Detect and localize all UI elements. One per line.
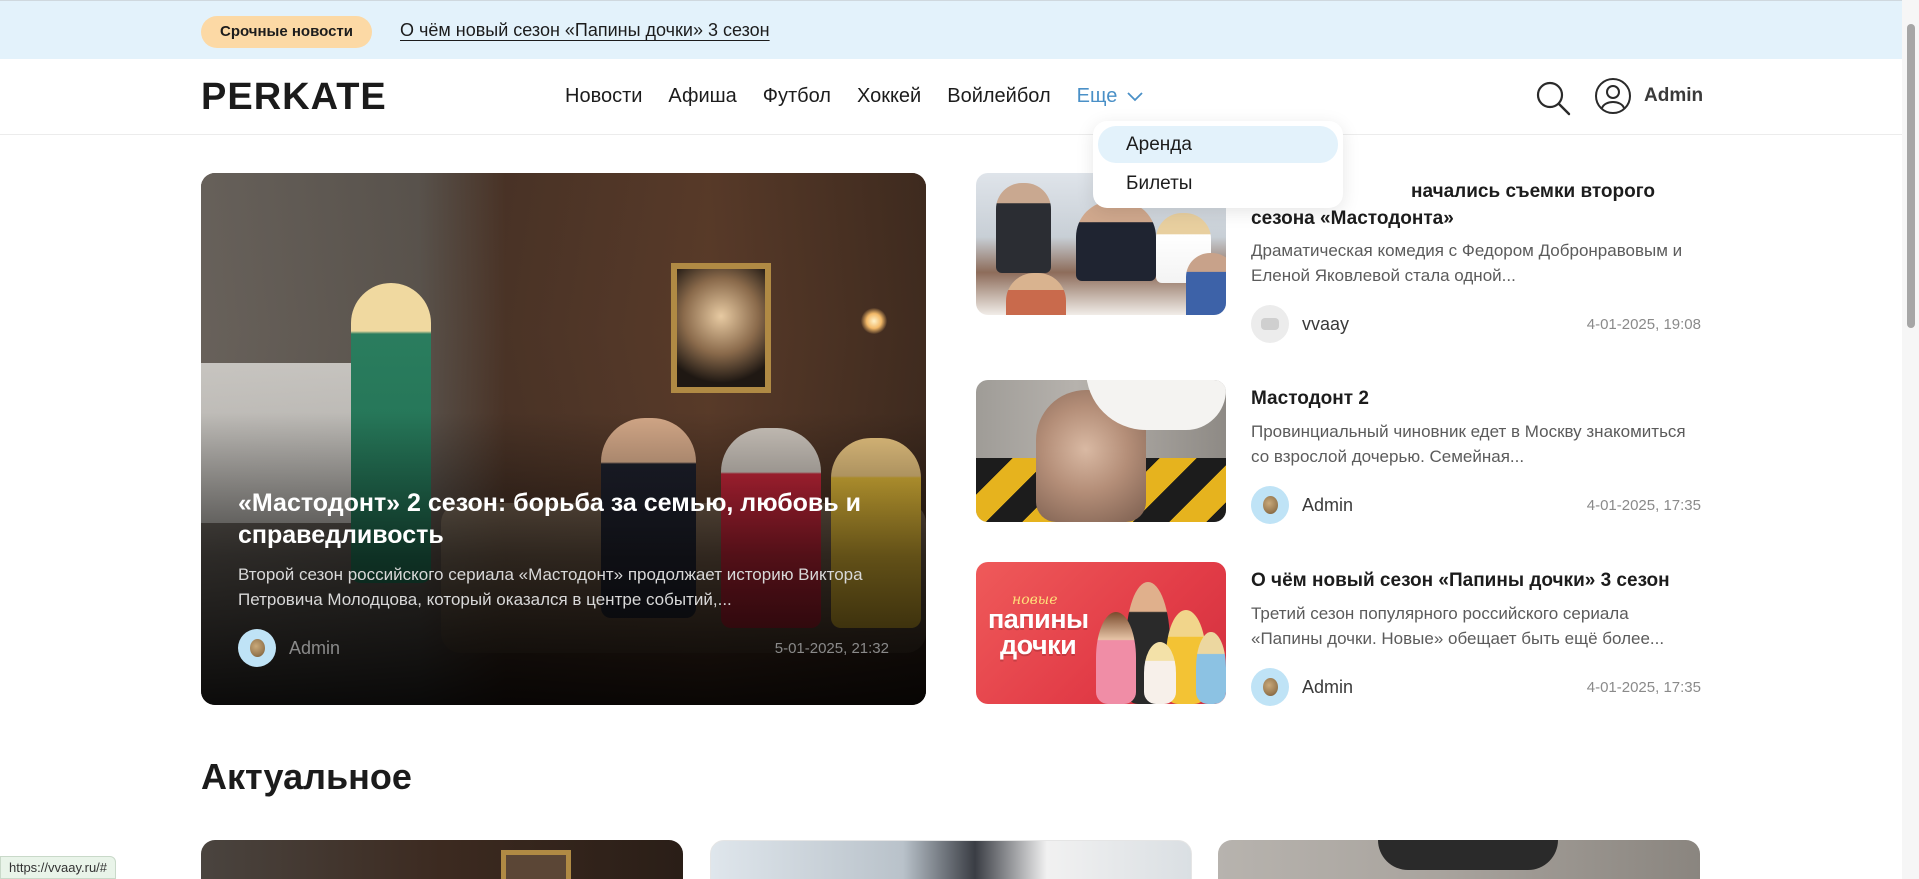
user-menu[interactable]: Admin	[1594, 77, 1703, 115]
news-title[interactable]: О чём новый сезон «Папины дочки» 3 сезон	[1251, 568, 1701, 595]
page-scrollbar[interactable]	[1902, 0, 1919, 879]
nav-item-hockey[interactable]: Хоккей	[857, 85, 921, 108]
breaking-news-bar: Срочные новости О чём новый сезон «Папин…	[0, 0, 1919, 59]
hero-article[interactable]: «Мастодонт» 2 сезон: борьба за семью, лю…	[201, 173, 926, 705]
news-author[interactable]: Admin	[1251, 486, 1353, 524]
news-description: Драматическая комедия с Федором Добронра…	[1251, 241, 1683, 285]
news-title[interactable]: Мастодонт 2	[1251, 386, 1701, 413]
dropdown-item-tickets[interactable]: Билеты	[1098, 165, 1338, 202]
user-name: Admin	[1644, 85, 1704, 106]
section-title: Актуальное	[201, 756, 412, 797]
more-dropdown: Аренда Билеты	[1093, 121, 1343, 208]
news-item[interactable]: Мастодонт 2 Провинциальный чиновник едет…	[976, 380, 1701, 524]
nav-more-button[interactable]: Еще	[1077, 85, 1144, 108]
main-nav: Новости Афиша Футбол Хоккей Войлейбол Ещ…	[565, 85, 1143, 108]
news-author-name: Admin	[1302, 676, 1354, 697]
news-date: 4-01-2025, 17:35	[1586, 497, 1701, 514]
avatar	[1251, 668, 1289, 706]
nav-more-label: Еще	[1076, 85, 1118, 107]
news-author-name: vvaay	[1302, 313, 1350, 334]
news-description: Третий сезон популярного российского сер…	[1251, 604, 1665, 648]
chevron-down-icon	[1127, 91, 1143, 101]
hero-author[interactable]: Admin	[238, 629, 340, 667]
hero-date: 5-01-2025, 21:32	[774, 640, 889, 657]
hero-description: Второй сезон российского сериала «Мастод…	[238, 565, 863, 609]
site-header: PERKATE Новости Афиша Футбол Хоккей Войл…	[0, 59, 1919, 135]
article-card[interactable]	[1218, 840, 1700, 879]
news-item[interactable]: новые папины дочки О чём новый сезон «Па…	[976, 562, 1701, 706]
hero-title[interactable]: «Мастодонт» 2 сезон: борьба за семью, лю…	[238, 487, 888, 551]
dropdown-item-rent[interactable]: Аренда	[1098, 126, 1338, 163]
search-icon[interactable]	[1534, 79, 1572, 117]
news-thumbnail[interactable]: новые папины дочки	[976, 562, 1226, 704]
nav-item-volleyball[interactable]: Войлейбол	[947, 85, 1050, 108]
breaking-news-link[interactable]: О чём новый сезон «Папины дочки» 3 сезон	[400, 20, 770, 41]
article-card[interactable]	[710, 840, 1192, 879]
news-author[interactable]: Admin	[1251, 668, 1353, 706]
thumbnail-logo: папины дочки	[988, 604, 1089, 660]
news-description: Провинциальный чиновник едет в Москву зн…	[1251, 422, 1686, 466]
user-icon	[1595, 78, 1631, 114]
news-author-name: Admin	[1302, 494, 1354, 515]
avatar	[1251, 305, 1289, 343]
news-date: 4-01-2025, 17:35	[1586, 679, 1701, 696]
news-author[interactable]: vvaay	[1251, 305, 1349, 343]
nav-item-football[interactable]: Футбол	[763, 85, 831, 108]
scrollbar-thumb[interactable]	[1907, 24, 1915, 328]
avatar	[1251, 486, 1289, 524]
article-card[interactable]	[201, 840, 683, 879]
news-thumbnail[interactable]	[976, 380, 1226, 522]
hero-author-name: Admin	[289, 637, 341, 658]
nav-item-afisha[interactable]: Афиша	[668, 85, 736, 108]
breaking-news-badge: Срочные новости	[201, 16, 372, 48]
avatar	[238, 629, 276, 667]
site-logo[interactable]: PERKATE	[201, 76, 387, 119]
nav-item-news[interactable]: Новости	[565, 85, 642, 108]
page: Срочные новости О чём новый сезон «Папин…	[0, 0, 1919, 879]
status-bar-url: https://vvaay.ru/#	[0, 856, 117, 879]
news-date: 4-01-2025, 19:08	[1586, 316, 1701, 333]
